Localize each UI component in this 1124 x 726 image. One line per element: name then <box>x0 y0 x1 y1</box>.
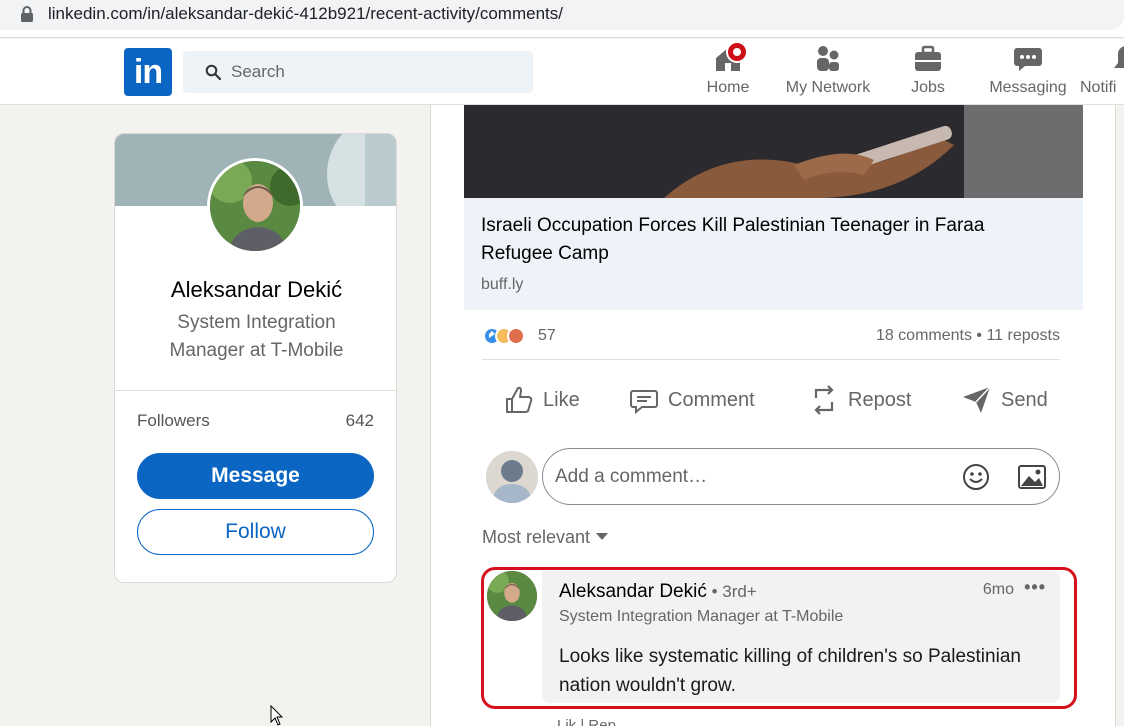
link-source: buff.ly <box>481 276 524 293</box>
followers-count: 642 <box>345 411 374 430</box>
default-avatar-icon <box>486 451 538 503</box>
mouse-cursor-icon <box>270 705 284 726</box>
top-nav: in Home My Network Jobs <box>0 39 1124 105</box>
comments-reposts-count[interactable]: 18 comments • 11 reposts <box>876 327 1060 345</box>
nav-notifications-label: Notifi <box>1080 79 1117 96</box>
search-icon <box>205 64 221 80</box>
search-input[interactable] <box>231 59 511 85</box>
bell-icon <box>1114 46 1124 68</box>
reactions-icon[interactable] <box>482 325 534 347</box>
post-image[interactable] <box>464 105 1083 198</box>
commenter-name-text[interactable]: Aleksandar Dekić <box>559 581 707 602</box>
send-label: Send <box>1001 388 1048 411</box>
comment-time: 6mo <box>982 581 1014 598</box>
linkedin-logo[interactable]: in <box>124 48 172 96</box>
comment-text: Looks like systematic killing of childre… <box>559 646 1021 696</box>
reaction-count[interactable]: 57 <box>538 327 556 345</box>
activity-feed: Israeli Occupation Forces Kill Palestini… <box>430 105 1116 726</box>
profile-name[interactable]: Aleksandar Dekić <box>115 277 396 303</box>
repost-button[interactable]: Repost <box>808 380 911 420</box>
comment-label: Comment <box>668 388 755 411</box>
comment-bubble: Aleksandar Dekić • 3rd+ 6mo ••• System I… <box>542 571 1060 703</box>
profile-photo <box>210 161 300 251</box>
nav-notifications[interactable]: Notifi <box>1080 43 1124 101</box>
commenter-headline: System Integration Manager at T-Mobile <box>559 608 844 625</box>
message-button[interactable]: Message <box>137 453 374 499</box>
search-bar[interactable] <box>183 51 533 93</box>
commenter-name[interactable]: Aleksandar Dekić • 3rd+ <box>559 581 757 603</box>
notification-badge <box>726 41 748 63</box>
nav-my-network[interactable]: My Network <box>780 43 876 101</box>
url-text[interactable]: linkedin.com/in/aleksandar-dekić-412b921… <box>48 4 563 24</box>
image-icon[interactable] <box>1017 462 1047 492</box>
send-button[interactable]: Send <box>961 380 1048 420</box>
repost-label: Repost <box>848 388 912 411</box>
network-icon <box>817 46 839 71</box>
sort-label: Most relevant <box>482 527 591 547</box>
nav-jobs-label: Jobs <box>911 79 945 96</box>
repost-icon <box>814 385 834 415</box>
comment-actions[interactable]: Lik | Rep <box>557 717 616 726</box>
divider <box>115 390 396 391</box>
comment-item: Aleksandar Dekić • 3rd+ 6mo ••• System I… <box>486 571 1060 711</box>
emoji-icon[interactable] <box>961 462 991 492</box>
connection-degree: • 3rd+ <box>706 582 757 601</box>
profile-card: Aleksandar Dekić System Integration Mana… <box>114 133 397 583</box>
comment-icon <box>630 390 658 415</box>
send-icon <box>963 386 991 413</box>
like-label: Like <box>543 388 580 411</box>
messaging-icon <box>1014 48 1042 71</box>
commenter-avatar[interactable] <box>487 571 537 621</box>
more-options-icon[interactable]: ••• <box>1024 577 1046 598</box>
comment-button[interactable]: Comment <box>628 380 755 420</box>
nav-messaging[interactable]: Messaging <box>986 43 1070 101</box>
sort-dropdown[interactable]: Most relevant <box>482 527 609 548</box>
nav-home[interactable]: Home <box>700 41 756 101</box>
comment-box[interactable] <box>542 448 1060 505</box>
post-photo <box>464 105 1083 198</box>
follow-button[interactable]: Follow <box>137 509 374 555</box>
briefcase-icon <box>915 45 941 71</box>
nav-my-network-label: My Network <box>785 79 871 96</box>
address-field[interactable]: linkedin.com/in/aleksandar-dekić-412b921… <box>0 0 1124 30</box>
social-counts: 57 18 comments • 11 reposts <box>482 323 1060 351</box>
like-icon <box>506 386 533 413</box>
chevron-down-icon <box>596 533 609 540</box>
nav-messaging-label: Messaging <box>989 79 1067 96</box>
lock-icon <box>21 6 33 22</box>
browser-url-bar[interactable]: linkedin.com/in/aleksandar-dekić-412b921… <box>0 0 1124 38</box>
followers-label: Followers <box>137 411 210 430</box>
divider <box>482 359 1060 360</box>
profile-title: System Integration Manager at T-Mobile <box>169 312 344 361</box>
link-preview[interactable]: Israeli Occupation Forces Kill Palestini… <box>464 198 1083 310</box>
commenter-photo <box>487 571 537 621</box>
link-title[interactable]: Israeli Occupation Forces Kill Palestini… <box>481 212 1061 268</box>
profile-avatar[interactable] <box>207 158 303 254</box>
user-avatar <box>486 451 538 503</box>
nav-home-label: Home <box>706 79 750 96</box>
comment-input[interactable] <box>555 463 935 491</box>
like-button[interactable]: Like <box>503 380 580 420</box>
nav-jobs[interactable]: Jobs <box>900 43 956 101</box>
